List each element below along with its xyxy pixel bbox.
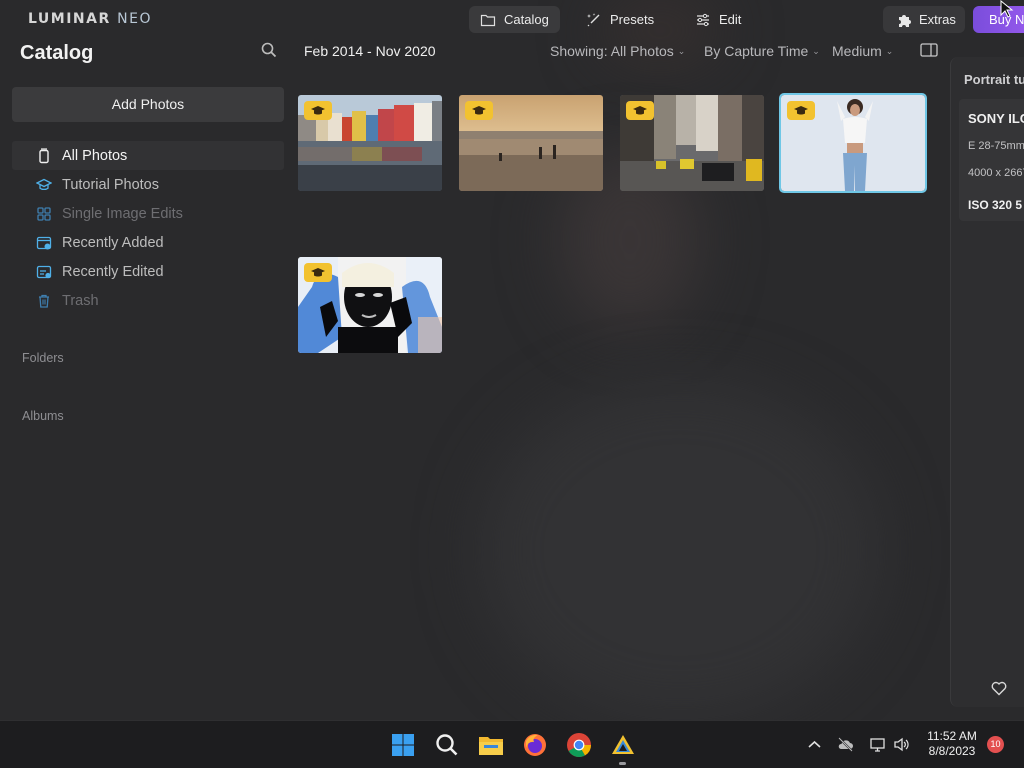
magic-wand-icon — [587, 12, 600, 26]
iso-info: ISO 320 5 — [968, 198, 1023, 212]
graduation-cap-icon — [472, 105, 486, 115]
mouse-cursor-icon — [1000, 0, 1014, 18]
size-label: Medium — [832, 43, 882, 59]
tutorial-badge — [465, 101, 493, 120]
sliders-icon — [697, 13, 709, 26]
graduation-cap-icon — [311, 105, 325, 115]
graduation-cap-icon — [794, 105, 808, 115]
phone-icon — [35, 147, 53, 165]
chevron-down-icon: ⌄ — [885, 45, 894, 56]
network-icon[interactable] — [869, 736, 886, 753]
sidebar-item-label: All Photos — [62, 147, 128, 164]
top-bar: LUMINAR NEO Catalog Presets Edit Extras … — [0, 0, 1024, 38]
info-panel: Portrait tutorial SONY ILCE E 28-75mm 40… — [950, 57, 1024, 707]
calendar-plus-icon — [35, 234, 53, 252]
chevron-up-icon[interactable] — [806, 736, 823, 753]
chevron-down-icon: ⌄ — [677, 45, 686, 56]
date-range: Feb 2014 - Nov 2020 — [304, 43, 436, 59]
tab-catalog-label: Catalog — [504, 12, 549, 27]
tab-edit-label: Edit — [719, 12, 742, 27]
chevron-down-icon: ⌄ — [812, 45, 820, 56]
trash-icon — [35, 292, 53, 310]
extras-label: Extras — [919, 12, 956, 27]
graduation-cap-icon — [311, 267, 325, 277]
sidebar-item-single-image-edits[interactable]: Single Image Edits — [12, 199, 284, 228]
sort-label: By Capture Time — [704, 43, 809, 59]
lens-info: E 28-75mm — [968, 140, 1024, 152]
photo-thumbnail-portrait[interactable] — [779, 93, 927, 193]
camera-model: SONY ILCE — [968, 111, 1024, 126]
thumbnail-size-dropdown[interactable]: Medium ⌄ — [832, 43, 893, 59]
notification-badge[interactable]: 10 — [987, 736, 1004, 753]
sidebar-item-tutorial-photos[interactable]: Tutorial Photos — [12, 170, 284, 199]
app-logo: LUMINAR NEO — [28, 11, 152, 27]
firefox-icon[interactable] — [522, 732, 548, 758]
cloud-off-icon[interactable] — [837, 736, 854, 753]
showing-dropdown[interactable]: Showing: All Photos ⌄ — [550, 43, 685, 59]
tutorial-badge — [304, 101, 332, 120]
image-dimensions: 4000 x 2667 — [968, 167, 1024, 179]
graduation-cap-icon — [633, 105, 647, 115]
sidebar-item-label: Recently Added — [62, 234, 164, 251]
graduation-cap-icon — [35, 176, 53, 194]
clock-date: 8/8/2023 — [928, 744, 976, 758]
folder-icon — [480, 14, 496, 26]
calendar-edit-icon — [35, 263, 53, 281]
buy-now-button[interactable]: Buy Now — [973, 6, 1024, 33]
background-blur — [480, 380, 880, 720]
luminar-neo-icon[interactable] — [610, 732, 636, 758]
sidebar-item-label: Trash — [62, 292, 99, 309]
grid-icon — [35, 205, 53, 223]
search-icon[interactable] — [434, 732, 460, 758]
puzzle-icon — [899, 14, 911, 27]
tab-edit[interactable]: Edit — [684, 6, 752, 33]
info-panel-title: Portrait tutorial — [964, 72, 1024, 87]
sidebar-item-recently-edited[interactable]: Recently Edited — [12, 257, 284, 286]
windows-taskbar: 11:52 AM 8/8/2023 10 — [0, 720, 1024, 768]
tab-presets-label: Presets — [610, 12, 655, 27]
extras-button[interactable]: Extras — [883, 6, 965, 33]
folders-heading[interactable]: Folders — [22, 351, 64, 365]
photo-thumbnail-street[interactable] — [620, 95, 764, 191]
page-title: Catalog — [20, 42, 94, 64]
sidebar-item-label: Tutorial Photos — [62, 176, 159, 193]
active-app-indicator — [619, 762, 626, 765]
tutorial-badge — [787, 101, 815, 120]
system-clock[interactable]: 11:52 AM 8/8/2023 — [925, 729, 979, 759]
exif-card: SONY ILCE E 28-75mm 4000 x 2667 ISO 320 … — [959, 99, 1024, 221]
albums-heading[interactable]: Albums — [22, 409, 64, 423]
volume-icon[interactable] — [893, 736, 910, 753]
tutorial-badge — [626, 101, 654, 120]
side-panel-toggle-icon[interactable] — [920, 43, 938, 57]
windows-start-icon[interactable] — [390, 732, 416, 758]
photo-thumbnail-abstract[interactable] — [298, 257, 442, 353]
add-photos-button[interactable]: Add Photos — [12, 87, 284, 122]
photo-thumbnail-beach[interactable] — [459, 95, 603, 191]
sidebar-item-all-photos[interactable]: All Photos — [12, 141, 284, 170]
sidebar-item-trash[interactable]: Trash — [12, 286, 284, 315]
sidebar-item-label: Single Image Edits — [62, 205, 183, 222]
sort-dropdown[interactable]: By Capture Time ⌄ — [704, 43, 820, 59]
file-explorer-icon[interactable] — [478, 732, 504, 758]
tab-catalog[interactable]: Catalog — [469, 6, 560, 33]
sidebar-item-recently-added[interactable]: Recently Added — [12, 228, 284, 257]
tab-presets[interactable]: Presets — [575, 6, 665, 33]
chrome-icon[interactable] — [566, 732, 592, 758]
tutorial-badge — [304, 263, 332, 282]
search-icon[interactable] — [261, 42, 277, 58]
photo-thumbnail-harbor[interactable] — [298, 95, 442, 191]
sidebar-item-label: Recently Edited — [62, 263, 164, 280]
clock-time: 11:52 AM — [927, 729, 977, 743]
showing-label: Showing: All Photos — [550, 43, 674, 59]
heart-icon[interactable] — [991, 681, 1007, 696]
